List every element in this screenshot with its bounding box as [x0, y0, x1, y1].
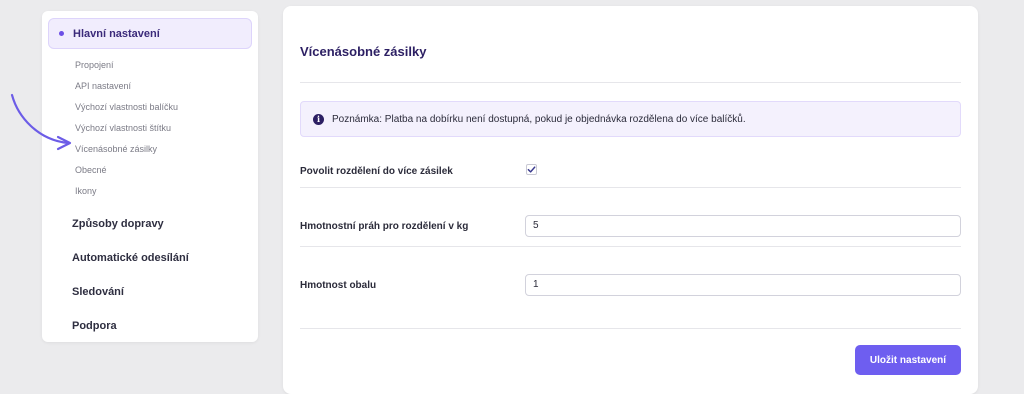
- sidebar-item-hlavni-nastaveni[interactable]: Hlavní nastavení: [48, 18, 252, 49]
- sidebar-main-nav: Způsoby dopravy Automatické odesílání Sl…: [72, 207, 189, 343]
- divider: [300, 187, 961, 188]
- split-enabled-label: Povolit rozdělení do více zásilek: [300, 166, 453, 177]
- note-text: Poznámka: Platba na dobírku není dostupn…: [332, 113, 746, 125]
- sidebar-sub-menu: Propojení API nastavení Výchozí vlastnos…: [75, 55, 178, 202]
- sidebar-subitem-obecne[interactable]: Obecné: [75, 160, 178, 181]
- divider: [300, 82, 961, 83]
- save-settings-button[interactable]: Uložit nastavení: [855, 345, 961, 375]
- sidebar-subitem-api-nastaveni[interactable]: API nastavení: [75, 76, 178, 97]
- note-banner: i Poznámka: Platba na dobírku není dostu…: [300, 101, 961, 137]
- sidebar-subitem-label-defaults[interactable]: Výchozí vlastnosti štítku: [75, 118, 178, 139]
- split-enabled-checkbox[interactable]: [526, 164, 537, 175]
- sidebar-item-tracking[interactable]: Sledování: [72, 275, 189, 309]
- weight-threshold-label: Hmotnostní práh pro rozdělení v kg: [300, 221, 469, 232]
- sidebar-item-label: Hlavní nastavení: [73, 27, 160, 40]
- page-title: Vícenásobné zásilky: [300, 44, 427, 59]
- sidebar-item-support[interactable]: Podpora: [72, 309, 189, 343]
- checkmark-icon: [527, 166, 536, 173]
- active-dot-icon: [59, 31, 64, 36]
- pointer-arrow-icon: [10, 93, 72, 151]
- sidebar-subitem-package-defaults[interactable]: Výchozí vlastnosti balíčku: [75, 97, 178, 118]
- sidebar-subitem-multiple-shipments[interactable]: Vícenásobné zásilky: [75, 139, 178, 160]
- settings-card: Vícenásobné zásilky i Poznámka: Platba n…: [283, 6, 978, 394]
- sidebar-item-shipping-methods[interactable]: Způsoby dopravy: [72, 207, 189, 241]
- packaging-weight-label: Hmotnost obalu: [300, 280, 377, 291]
- divider: [300, 328, 961, 329]
- sidebar-subitem-ikony[interactable]: Ikony: [75, 181, 178, 202]
- divider: [300, 246, 961, 247]
- sidebar-subitem-propojeni[interactable]: Propojení: [75, 55, 178, 76]
- info-icon: i: [313, 113, 324, 125]
- sidebar: Hlavní nastavení Propojení API nastavení…: [42, 11, 258, 342]
- packaging-weight-input[interactable]: 1: [525, 274, 961, 296]
- sidebar-item-auto-sending[interactable]: Automatické odesílání: [72, 241, 189, 275]
- weight-threshold-input[interactable]: 5: [525, 215, 961, 237]
